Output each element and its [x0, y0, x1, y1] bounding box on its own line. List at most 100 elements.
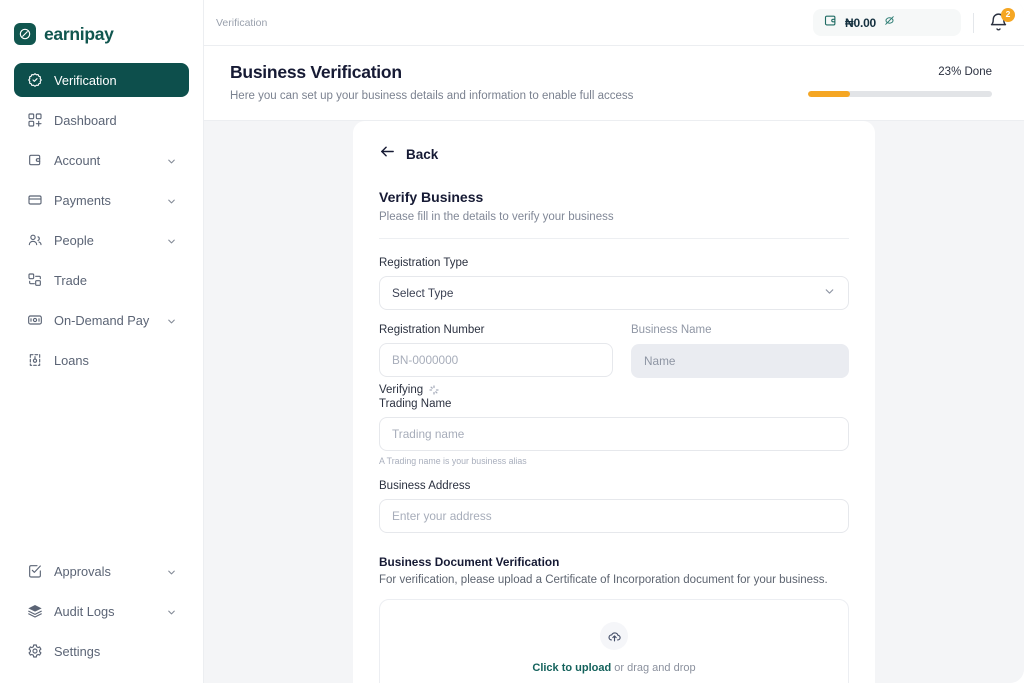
check-square-icon [26, 563, 43, 580]
trading-name-label: Trading Name [379, 398, 452, 410]
trading-name-hint: A Trading name is your business alias [379, 456, 527, 466]
spinner-icon [429, 385, 439, 395]
people-icon [26, 232, 43, 249]
notification-count-badge: 2 [1001, 7, 1015, 22]
sidebar-item-label: Loans [54, 352, 89, 368]
sidebar-item-label: Account [54, 152, 101, 168]
sidebar-item-payments[interactable]: Payments [14, 183, 189, 217]
progress-block: 23% Done [808, 62, 992, 97]
verifying-text: Verifying [379, 384, 424, 396]
chevron-down-icon [166, 235, 177, 246]
business-address-input[interactable] [379, 499, 849, 533]
sidebar-item-people[interactable]: People [14, 223, 189, 257]
wallet-icon [823, 13, 838, 33]
verify-business-card: Back Verify Business Please fill in the … [353, 121, 875, 683]
business-name-field: Business Name [631, 324, 849, 396]
balance-amount: ₦0.00 [845, 15, 877, 30]
trading-name-input[interactable] [379, 417, 849, 451]
cash-box-icon [26, 312, 43, 329]
verified-badge-icon [26, 72, 43, 89]
earnipay-mark-icon [14, 23, 36, 45]
sidebar-nav-bottom: Approvals Audit Logs Settings [0, 551, 203, 683]
upload-link[interactable]: Click to upload [532, 662, 611, 674]
sidebar-item-label: Approvals [54, 563, 111, 579]
progress-label: 23% Done [938, 66, 992, 78]
arrow-left-icon [379, 143, 396, 165]
trading-name-field: Trading Name A Trading name is your busi… [379, 398, 849, 466]
business-document-subtitle: For verification, please upload a Certif… [379, 574, 828, 586]
grid-plus-icon [26, 112, 43, 129]
sidebar-item-label: Trade [54, 272, 87, 288]
page-title: Business Verification [230, 62, 402, 82]
sidebar-item-label: Audit Logs [54, 603, 115, 619]
sidebar-item-loans[interactable]: Loans [14, 343, 189, 377]
registration-number-label: Registration Number [379, 324, 485, 336]
trade-icon [26, 272, 43, 289]
sidebar: earnipay Verification Dashboard Account … [0, 0, 204, 683]
gear-icon [26, 643, 43, 660]
upload-rest-text: or drag and drop [611, 662, 696, 674]
sidebar-item-label: On-Demand Pay [54, 312, 150, 328]
content-area: Back Verify Business Please fill in the … [204, 121, 1024, 683]
registration-type-label: Registration Type [379, 257, 469, 269]
business-document-title: Business Document Verification [379, 555, 560, 569]
sidebar-item-label: Dashboard [54, 112, 117, 128]
sidebar-item-trade[interactable]: Trade [14, 263, 189, 297]
cloud-upload-icon [600, 622, 628, 650]
chevron-down-icon [166, 315, 177, 326]
progress-track [808, 91, 992, 97]
registration-type-value: Select Type [392, 286, 454, 300]
notifications-button[interactable]: 2 [988, 7, 1015, 37]
registration-row: Registration Number Verifying [379, 324, 849, 396]
sidebar-item-audit-logs[interactable]: Audit Logs [14, 594, 189, 628]
chevron-down-icon [166, 606, 177, 617]
card-icon [26, 192, 43, 209]
section-title: Verify Business [379, 189, 484, 205]
eye-off-icon[interactable] [883, 14, 896, 32]
section-subtitle: Please fill in the details to verify you… [379, 211, 614, 223]
registration-type-select[interactable]: Select Type [379, 276, 849, 310]
app-window: earnipay Verification Dashboard Account … [0, 0, 1024, 683]
sidebar-item-dashboard[interactable]: Dashboard [14, 103, 189, 137]
business-address-label: Business Address [379, 480, 471, 492]
sidebar-item-verification[interactable]: Verification [14, 63, 189, 97]
sidebar-item-account[interactable]: Account [14, 143, 189, 177]
sidebar-item-label: Verification [54, 72, 117, 88]
sidebar-nav: Verification Dashboard Account Payments … [0, 60, 203, 380]
back-button[interactable]: Back [379, 143, 849, 165]
bell-icon [988, 13, 1009, 37]
registration-number-input[interactable] [379, 343, 613, 377]
business-name-input [631, 344, 849, 378]
topbar: Verification ₦0.00 2 [204, 0, 1024, 46]
chevron-down-icon [166, 195, 177, 206]
sidebar-item-label: Settings [54, 643, 101, 659]
registration-type-field: Registration Type Select Type [379, 257, 849, 310]
sidebar-item-label: People [54, 232, 94, 248]
layers-icon [26, 603, 43, 620]
document-dropzone[interactable]: Click to upload or drag and drop [379, 599, 849, 683]
progress-fill [808, 91, 851, 97]
brand-name: earnipay [44, 23, 114, 44]
dropzone-text: Click to upload or drag and drop [532, 662, 695, 674]
sidebar-item-approvals[interactable]: Approvals [14, 554, 189, 588]
sidebar-item-label: Payments [54, 192, 111, 208]
chevron-down-icon [823, 285, 836, 301]
page-header: Business Verification Here you can set u… [204, 46, 1024, 121]
brand-logo[interactable]: earnipay [0, 0, 203, 50]
business-address-field: Business Address [379, 480, 849, 533]
loan-icon [26, 352, 43, 369]
breadcrumb: Verification [216, 16, 268, 29]
chevron-down-icon [166, 566, 177, 577]
sidebar-item-settings[interactable]: Settings [14, 634, 189, 668]
section-divider [379, 238, 849, 239]
page-subtitle: Here you can set up your business detail… [230, 90, 634, 102]
registration-number-field: Registration Number Verifying [379, 324, 613, 396]
topbar-right: ₦0.00 2 [813, 7, 1015, 37]
chevron-down-icon [166, 155, 177, 166]
sidebar-item-on-demand-pay[interactable]: On-Demand Pay [14, 303, 189, 337]
balance-chip[interactable]: ₦0.00 [813, 9, 961, 36]
verifying-status: Verifying [379, 384, 613, 396]
topbar-divider [973, 12, 974, 33]
back-label: Back [406, 146, 439, 162]
